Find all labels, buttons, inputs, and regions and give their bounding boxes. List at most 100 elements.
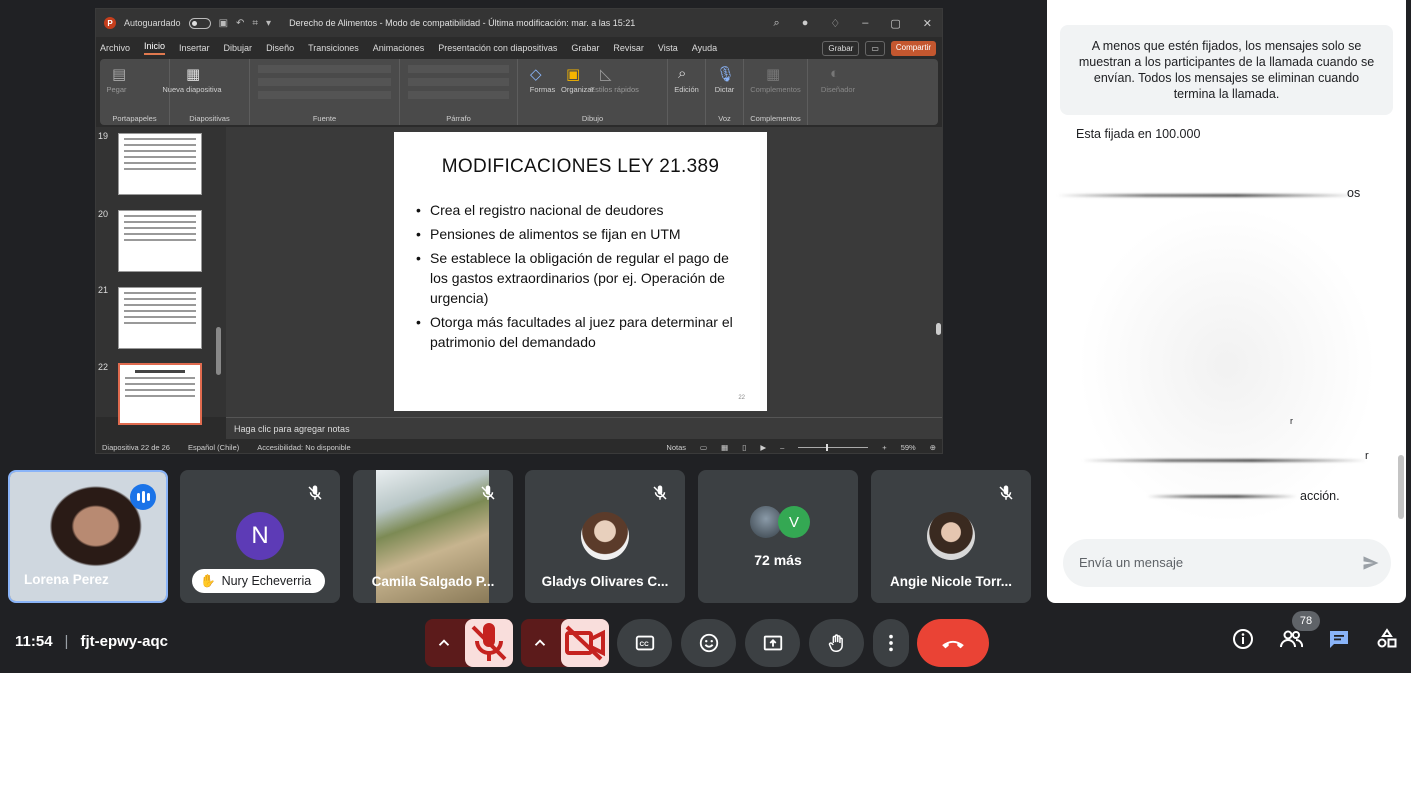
current-slide[interactable]: MODIFICACIONES LEY 21.389 Crea el regist… bbox=[394, 132, 767, 411]
notes-toggle[interactable]: Notas bbox=[666, 443, 686, 452]
normal-view-icon[interactable]: ▭ bbox=[700, 443, 707, 452]
quick-styles-icon[interactable]: ◺ bbox=[600, 65, 612, 83]
participant-tile-gladys[interactable]: Gladys Olivares C... bbox=[525, 470, 685, 603]
microphone-icon[interactable]: 🎙 bbox=[716, 65, 735, 83]
camera-toggle-button[interactable] bbox=[561, 619, 609, 667]
comments-icon[interactable]: ▭ bbox=[865, 40, 885, 56]
captions-button[interactable]: CC bbox=[617, 619, 672, 667]
editing-label[interactable]: Edición bbox=[668, 85, 705, 94]
send-icon[interactable] bbox=[1361, 553, 1381, 573]
account-avatar-icon[interactable]: ● bbox=[802, 17, 809, 30]
addins-icon[interactable]: ▦ bbox=[766, 65, 780, 83]
ribbon-group-font: Fuente bbox=[250, 59, 400, 125]
participant-tile-lorena[interactable]: Lorena Perez bbox=[8, 470, 168, 603]
slideshow-icon[interactable]: ▶ bbox=[760, 443, 766, 452]
autosave-toggle[interactable] bbox=[188, 17, 211, 29]
menu-archivo[interactable]: Archivo bbox=[100, 43, 130, 53]
activities-icon[interactable] bbox=[1375, 627, 1399, 651]
ribbon-group-label: Complementos bbox=[750, 114, 801, 123]
undo-icon[interactable]: ↶ bbox=[236, 18, 244, 29]
paragraph-controls[interactable] bbox=[408, 65, 509, 101]
record-button[interactable]: Grabar bbox=[822, 40, 860, 56]
participant-tile-more[interactable]: V 72 más bbox=[698, 470, 858, 603]
slide-thumbnail-19[interactable] bbox=[118, 133, 202, 195]
microphone-toggle-button[interactable] bbox=[465, 619, 513, 667]
reading-view-icon[interactable]: ▯ bbox=[742, 443, 746, 452]
menu-animaciones[interactable]: Animaciones bbox=[373, 43, 425, 53]
slide-sorter-icon[interactable]: ▦ bbox=[721, 443, 728, 452]
mic-off-icon bbox=[471, 623, 507, 661]
menu-insertar[interactable]: Insertar bbox=[179, 43, 210, 53]
menu-ayuda[interactable]: Ayuda bbox=[692, 43, 717, 53]
audio-controls bbox=[425, 619, 513, 667]
zoom-in-icon[interactable]: + bbox=[882, 443, 886, 452]
chevron-up-icon[interactable] bbox=[435, 634, 453, 652]
phone-hangup-icon bbox=[942, 640, 964, 649]
chat-scrollbar[interactable] bbox=[1398, 455, 1404, 519]
restore-icon[interactable]: ▢ bbox=[890, 17, 900, 30]
save-icon[interactable]: ▣ bbox=[219, 18, 228, 29]
new-slide-icon[interactable]: ▦ bbox=[186, 65, 200, 83]
autosave-label: Autoguardado bbox=[124, 18, 181, 28]
font-controls[interactable] bbox=[258, 65, 391, 101]
participant-tile-nury[interactable]: N ✋ Nury Echeverria bbox=[180, 470, 340, 603]
menu-vista[interactable]: Vista bbox=[658, 43, 678, 53]
ribbon-group-voice: 🎙 Dictar Voz bbox=[706, 59, 744, 125]
meeting-code[interactable]: fjt-epwy-aqc bbox=[80, 633, 168, 650]
chat-blurred-area bbox=[1077, 205, 1377, 525]
document-title[interactable]: Derecho de Alimentos - Modo de compatibi… bbox=[289, 18, 635, 28]
mic-off-icon bbox=[653, 485, 667, 500]
dictate-label[interactable]: Dictar bbox=[706, 85, 743, 94]
participant-avatar: N bbox=[236, 512, 284, 560]
menu-revisar[interactable]: Revisar bbox=[613, 43, 644, 53]
menu-inicio[interactable]: Inicio bbox=[144, 41, 166, 55]
language-status[interactable]: Español (Chile) bbox=[188, 443, 239, 452]
lightbulb-icon[interactable]: ♢ bbox=[830, 17, 840, 30]
zoom-slider[interactable] bbox=[798, 443, 869, 451]
thumbnails-scrollbar[interactable] bbox=[216, 327, 221, 375]
slide-thumbnail-21[interactable] bbox=[118, 287, 202, 349]
chat-message-input[interactable]: Envía un mensaje bbox=[1063, 539, 1391, 587]
slide-thumbnail-22[interactable] bbox=[118, 363, 202, 425]
chat-message: Esta fijada en 100.000 bbox=[1076, 127, 1201, 141]
slide-scrollbar[interactable] bbox=[934, 127, 942, 417]
arrange-icon[interactable]: ▣ bbox=[566, 65, 580, 83]
chat-icon[interactable] bbox=[1327, 627, 1351, 651]
accessibility-status[interactable]: Accesibilidad: No disponible bbox=[257, 443, 350, 452]
search-icon[interactable]: ⌕ bbox=[774, 17, 780, 30]
captions-icon: CC bbox=[635, 635, 654, 651]
ppt-workarea: 19 20 21 22 MODIFICACIONES LEY 21.389 Cr… bbox=[96, 127, 942, 439]
search-icon[interactable]: ⌕ bbox=[678, 65, 686, 82]
menu-diseno[interactable]: Diseño bbox=[266, 43, 294, 53]
zoom-out-icon[interactable]: – bbox=[780, 443, 784, 452]
paste-icon[interactable]: ▤ bbox=[112, 65, 126, 83]
notes-pane[interactable]: Haga clic para agregar notas bbox=[226, 417, 942, 439]
present-icon[interactable]: ⌗ bbox=[252, 18, 258, 29]
chevron-up-icon[interactable] bbox=[531, 634, 549, 652]
reactions-button[interactable] bbox=[681, 619, 736, 667]
meeting-details-icon[interactable] bbox=[1231, 627, 1255, 651]
minimize-icon[interactable]: – bbox=[862, 17, 868, 30]
chat-blurred-line bbox=[1057, 194, 1357, 197]
present-screen-button[interactable] bbox=[745, 619, 800, 667]
new-slide-label[interactable]: Nueva diapositiva bbox=[152, 85, 232, 94]
customize-qat-icon[interactable]: ▾ bbox=[266, 18, 271, 29]
menu-dibujar[interactable]: Dibujar bbox=[224, 43, 253, 53]
meeting-controls-bar: 11:54 | fjt-epwy-aqc CC 78 bbox=[0, 603, 1411, 673]
participant-tile-camila[interactable]: Camila Salgado P... bbox=[353, 470, 513, 603]
fit-to-window-icon[interactable]: ⊕ bbox=[930, 443, 936, 452]
share-button[interactable]: Compartir bbox=[890, 40, 936, 56]
leave-call-button[interactable] bbox=[917, 619, 989, 667]
designer-icon[interactable]: ◐ bbox=[830, 65, 839, 82]
menu-transiciones[interactable]: Transiciones bbox=[308, 43, 359, 53]
participant-tile-angie[interactable]: Angie Nicole Torr... bbox=[871, 470, 1031, 603]
raise-hand-button[interactable] bbox=[809, 619, 864, 667]
close-icon[interactable]: ✕ bbox=[923, 17, 932, 30]
zoom-level[interactable]: 59% bbox=[901, 443, 916, 452]
menu-presentacion[interactable]: Presentación con diapositivas bbox=[438, 43, 557, 53]
slide-thumbnail-20[interactable] bbox=[118, 210, 202, 272]
more-options-button[interactable] bbox=[873, 619, 909, 667]
menu-grabar[interactable]: Grabar bbox=[571, 43, 599, 53]
shapes-icon[interactable]: ◇ bbox=[530, 65, 542, 83]
ribbon-group-label: Diapositivas bbox=[189, 114, 230, 123]
